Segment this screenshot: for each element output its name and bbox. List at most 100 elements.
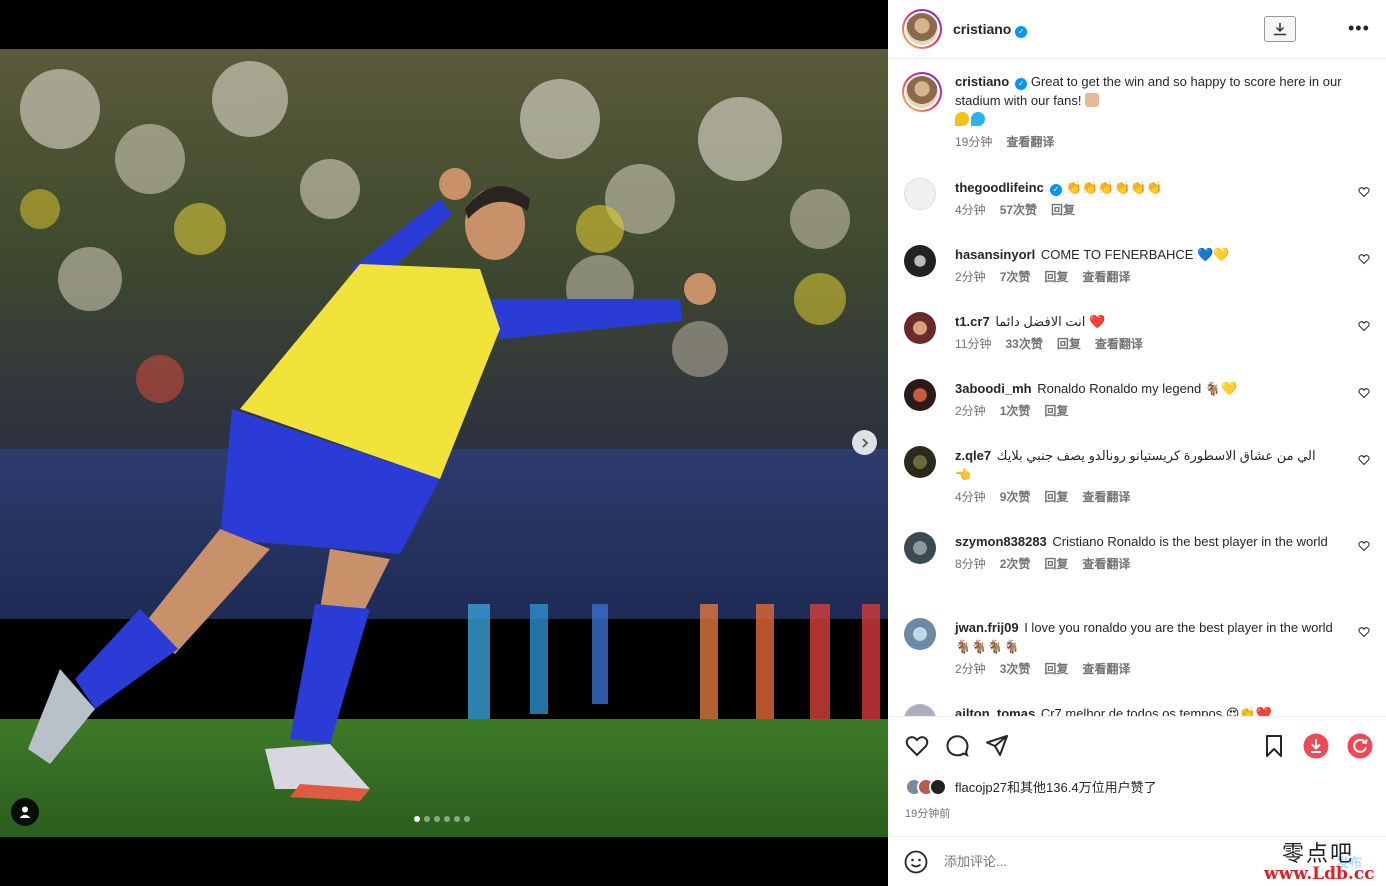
post-caption: cristiano ✓ Great to get the win and so h…	[902, 72, 1372, 150]
reply-link[interactable]: 回复	[1044, 555, 1068, 572]
reply-link[interactable]: 回复	[1044, 488, 1068, 505]
download-button[interactable]	[1264, 16, 1296, 42]
carousel-dot[interactable]	[424, 816, 430, 822]
comment-likes[interactable]: 33次赞	[1005, 335, 1042, 352]
comment-text: انت الافضل دائما	[995, 314, 1086, 329]
comment-heart-icon[interactable]	[1358, 320, 1370, 332]
comment-input[interactable]	[944, 854, 1244, 869]
carousel-dot[interactable]	[434, 816, 440, 822]
download-icon	[1274, 23, 1286, 36]
commenter-avatar[interactable]	[904, 379, 936, 411]
reply-link[interactable]: 回复	[1051, 201, 1075, 218]
comment-item: hasansinyorl COME TO FENERBAHCE 💙💛 2分钟 7次…	[902, 245, 1372, 285]
user-tag-button[interactable]	[11, 798, 39, 826]
comments-list[interactable]: cristiano ✓ Great to get the win and so h…	[888, 60, 1386, 716]
commenter-avatar[interactable]	[904, 312, 936, 344]
comment-heart-icon[interactable]	[1358, 387, 1370, 399]
comment-item: 3aboodi_mh Ronaldo Ronaldo my legend 🐐💛 …	[902, 379, 1372, 419]
likes-count-text[interactable]: flacojp27和其他136.4万位用户赞了	[955, 777, 1157, 796]
bookmark-icon[interactable]	[1261, 733, 1287, 759]
see-translation-link[interactable]: 查看翻译	[1082, 488, 1130, 505]
comment-likes[interactable]: 57次赞	[1000, 201, 1037, 218]
see-translation-link[interactable]: 查看翻译	[1082, 660, 1130, 677]
carousel-dot[interactable]	[454, 816, 460, 822]
next-photo-button[interactable]	[852, 430, 877, 455]
comment-time: 4分钟	[955, 490, 986, 504]
comment-item: jwan.frij09 I love you ronaldo you are t…	[902, 618, 1372, 677]
caption-text: Great to get the win and so happy to sco…	[955, 74, 1342, 108]
commenter-username[interactable]: z.qle7	[955, 448, 991, 463]
next-icon	[861, 437, 868, 448]
yellow-heart-emoji	[955, 112, 969, 126]
commenter-avatar[interactable]	[904, 704, 936, 716]
comment-item: thegoodlifeinc ✓ 👏👏👏👏👏👏 4分钟 57次赞 回复	[902, 178, 1372, 218]
comment-likes[interactable]: 2次赞	[1000, 555, 1031, 572]
verified-icon: ✓	[1049, 184, 1062, 196]
comment-likes[interactable]: 3次赞	[1000, 660, 1031, 677]
carousel-dot[interactable]	[414, 816, 420, 822]
commenter-username[interactable]: t1.cr7	[955, 314, 990, 329]
commenter-avatar[interactable]	[904, 245, 936, 277]
share-icon[interactable]	[984, 733, 1010, 759]
comment-heart-icon[interactable]	[1358, 626, 1370, 638]
commenter-username[interactable]: jwan.frij09	[955, 620, 1019, 635]
see-translation-link[interactable]: 查看翻译	[1006, 133, 1054, 150]
see-translation-link[interactable]: 查看翻译	[1082, 268, 1130, 285]
more-options-button[interactable]: •••	[1348, 18, 1370, 38]
post-header: cristiano ✓ •••	[888, 0, 1386, 59]
comment-likes[interactable]: 7次赞	[1000, 268, 1031, 285]
emoji-icon[interactable]	[904, 850, 928, 874]
download-red-icon[interactable]	[1303, 733, 1329, 759]
verified-icon: ✓	[1015, 78, 1028, 90]
liker-avatar	[929, 777, 947, 796]
commenter-avatar[interactable]	[904, 178, 936, 210]
comment-icon[interactable]	[944, 733, 970, 759]
commenter-username[interactable]: thegoodlifeinc	[955, 180, 1044, 195]
commenter-username[interactable]: szymon838283	[955, 534, 1047, 549]
commenter-username[interactable]: 3aboodi_mh	[955, 381, 1032, 396]
comment-text: I love you ronaldo you are the best play…	[1024, 620, 1333, 635]
post-timestamp: 19分钟前	[905, 808, 951, 820]
heart-icon[interactable]	[904, 733, 930, 759]
commenter-username[interactable]: ailton_tomas	[955, 706, 1035, 716]
comment-item: z.qle7 الي من عشاق الاسطورة كريستيانو رو…	[902, 446, 1372, 505]
comment-item: t1.cr7 انت الافضل دائما ❤️ 11分钟 33次赞 回复 查看翻…	[902, 312, 1372, 352]
carousel-dot[interactable]	[464, 816, 470, 822]
reply-link[interactable]: 回复	[1044, 268, 1068, 285]
comment-likes[interactable]: 9次赞	[1000, 488, 1031, 505]
commenter-avatar[interactable]	[904, 532, 936, 564]
carousel-dot[interactable]	[444, 816, 450, 822]
comment-heart-icon[interactable]	[1358, 253, 1370, 265]
comment-text: Cr7 melhor de todos os tempos	[1040, 706, 1223, 716]
verified-icon: ✓	[1015, 25, 1028, 38]
post-comment-button[interactable]: 发布	[1336, 852, 1362, 871]
commenter-avatar[interactable]	[904, 618, 936, 650]
comment-emoji: 🐐💛	[1204, 381, 1238, 396]
reply-link[interactable]: 回复	[1044, 660, 1068, 677]
refresh-red-icon[interactable]	[1347, 733, 1373, 759]
reply-link[interactable]: 回复	[1057, 335, 1081, 352]
comment-text: COME TO FENERBAHCE	[1040, 247, 1194, 262]
comment-likes[interactable]: 1次赞	[1000, 402, 1031, 419]
comment-heart-icon[interactable]	[1358, 540, 1370, 552]
caption-time: 19分钟	[955, 135, 993, 149]
reply-link[interactable]: 回复	[1044, 402, 1068, 419]
media-panel	[0, 0, 888, 886]
author-avatar[interactable]	[902, 72, 942, 112]
comment-item: ailton_tomas Cr7 melhor de todos os temp…	[902, 704, 1372, 716]
comment-text: Cristiano Ronaldo is the best player in …	[1052, 534, 1328, 549]
commenter-username[interactable]: hasansinyorl	[955, 247, 1035, 262]
author-avatar[interactable]	[902, 9, 942, 49]
author-username[interactable]: cristiano ✓	[953, 21, 1028, 38]
post-photo[interactable]	[0, 49, 888, 837]
see-translation-link[interactable]: 查看翻译	[1082, 555, 1130, 572]
likes-summary[interactable]: flacojp27和其他136.4万位用户赞了	[905, 777, 1157, 796]
caption-username[interactable]: cristiano	[955, 74, 1009, 89]
comment-time: 2分钟	[955, 662, 986, 676]
see-translation-link[interactable]: 查看翻译	[1095, 335, 1143, 352]
post-side-panel: cristiano ✓ ••• cristiano ✓ Great to get t…	[888, 0, 1386, 886]
comment-text: Ronaldo Ronaldo my legend	[1037, 381, 1202, 396]
commenter-avatar[interactable]	[904, 446, 936, 478]
comment-heart-icon[interactable]	[1358, 186, 1370, 198]
comment-heart-icon[interactable]	[1358, 454, 1370, 466]
